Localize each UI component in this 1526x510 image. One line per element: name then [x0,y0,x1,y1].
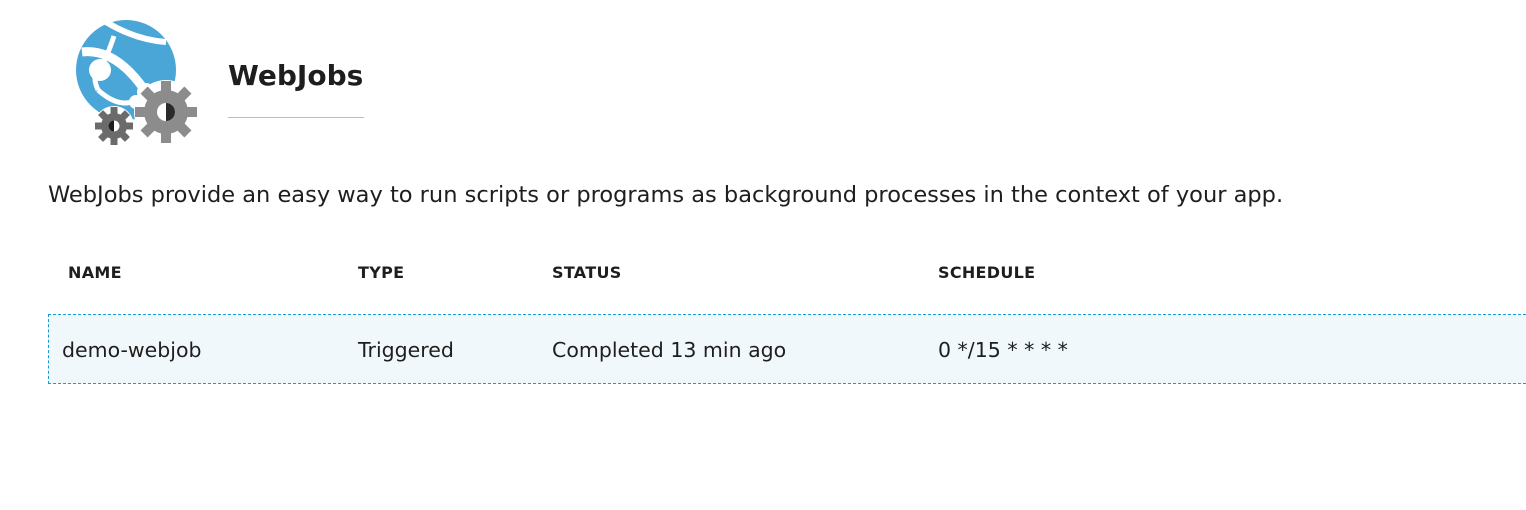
cell-schedule: 0 */15 * * * * [938,338,1068,362]
title-block: WebJobs [228,56,364,118]
table-header-row: NAME TYPE STATUS SCHEDULE [48,255,1526,295]
cell-name: demo-webjob [62,338,202,362]
column-header-type[interactable]: TYPE [358,263,404,282]
cell-type: Triggered [358,338,454,362]
cell-status: Completed 13 min ago [552,338,787,362]
title-underline [228,117,364,118]
column-header-name[interactable]: NAME [68,263,122,282]
webjobs-logo-icon [76,19,202,148]
table-row[interactable]: demo-webjob Triggered Completed 13 min a… [48,314,1526,384]
column-header-schedule[interactable]: SCHEDULE [938,263,1035,282]
page-description: WebJobs provide an easy way to run scrip… [48,182,1284,208]
webjobs-table: NAME TYPE STATUS SCHEDULE demo-webjob Tr… [48,255,1526,384]
page-title: WebJobs [228,59,364,92]
column-header-status[interactable]: STATUS [552,263,622,282]
